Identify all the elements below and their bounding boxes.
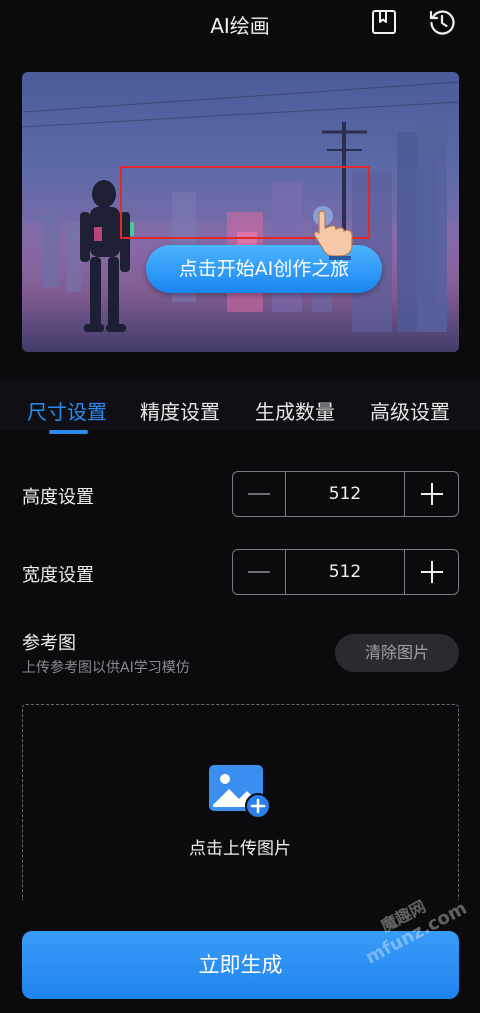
- bookmark-icon[interactable]: [371, 9, 397, 35]
- height-minus-button[interactable]: [233, 472, 286, 516]
- width-stepper: 512: [232, 549, 459, 595]
- height-value[interactable]: 512: [286, 472, 404, 516]
- height-label: 高度设置: [22, 487, 94, 508]
- history-icon[interactable]: [428, 8, 456, 36]
- width-minus-button[interactable]: [233, 550, 286, 594]
- tab-precision-settings[interactable]: 精度设置: [140, 396, 220, 425]
- clear-image-button[interactable]: 清除图片: [335, 634, 459, 672]
- tab-size-settings[interactable]: 尺寸设置: [27, 396, 107, 425]
- active-tab-indicator: [49, 430, 88, 434]
- cyberpunk-city-illustration: [22, 81, 459, 352]
- width-value[interactable]: 512: [286, 550, 404, 594]
- settings-tabs: 尺寸设置 精度设置 生成数量 高级设置: [0, 380, 480, 430]
- height-plus-button[interactable]: [404, 472, 458, 516]
- reference-image-title: 参考图: [22, 633, 76, 654]
- add-image-icon[interactable]: [207, 763, 273, 821]
- page-title: AI绘画: [210, 14, 270, 38]
- hand-pointer-icon: [313, 206, 353, 260]
- width-plus-button[interactable]: [404, 550, 458, 594]
- tab-advanced-settings[interactable]: 高级设置: [370, 396, 450, 425]
- top-bar: AI绘画: [0, 0, 480, 46]
- width-label: 宽度设置: [22, 565, 94, 586]
- hero-banner[interactable]: 点击开始AI创作之旅: [22, 72, 459, 352]
- height-stepper: 512: [232, 471, 459, 517]
- upload-image-label: 点击上传图片: [189, 839, 291, 859]
- tab-generate-count[interactable]: 生成数量: [255, 396, 335, 425]
- reference-image-hint: 上传参考图以供AI学习模仿: [22, 660, 190, 676]
